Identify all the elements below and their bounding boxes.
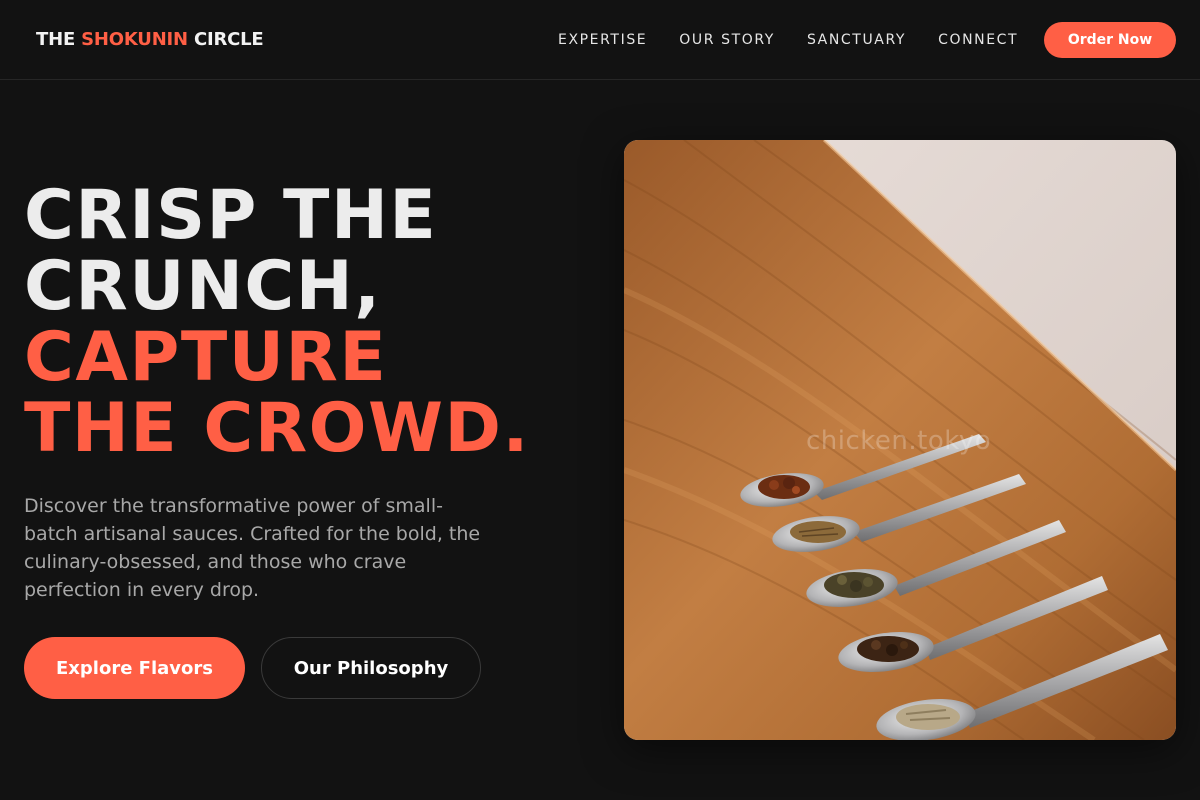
logo-text-circle: CIRCLE — [187, 29, 264, 50]
hero-headline: CRISP THE CRUNCH, CAPTURE THE CROWD. — [24, 180, 584, 464]
hero-photo: chicken.tokyo — [624, 140, 1176, 740]
site-logo[interactable]: THE SHOKUNIN CIRCLE — [36, 29, 264, 50]
headline-line-1: CRISP THE — [24, 176, 438, 255]
logo-text-the: THE — [36, 29, 82, 50]
nav-link-sanctuary[interactable]: SANCTUARY — [807, 32, 906, 48]
headline-line-3: CAPTURE — [24, 318, 388, 397]
our-philosophy-button[interactable]: Our Philosophy — [261, 637, 481, 699]
nav-link-connect[interactable]: CONNECT — [938, 32, 1018, 48]
photo-watermark: chicken.tokyo — [806, 426, 992, 456]
order-now-button[interactable]: Order Now — [1044, 22, 1176, 58]
headline-line-4: THE CROWD. — [24, 389, 530, 468]
explore-flavors-button[interactable]: Explore Flavors — [24, 637, 245, 699]
logo-text-shokunin: SHOKUNIN — [81, 29, 188, 50]
hero-description: Discover the transformative power of sma… — [24, 495, 481, 601]
nav-link-expertise[interactable]: EXPERTISE — [558, 32, 647, 48]
main-nav: EXPERTISE OUR STORY SANCTUARY CONNECT — [558, 32, 1018, 48]
headline-line-2: CRUNCH, — [24, 247, 382, 326]
nav-link-our-story[interactable]: OUR STORY — [679, 32, 775, 48]
site-header: THE SHOKUNIN CIRCLE EXPERTISE OUR STORY … — [0, 0, 1200, 80]
